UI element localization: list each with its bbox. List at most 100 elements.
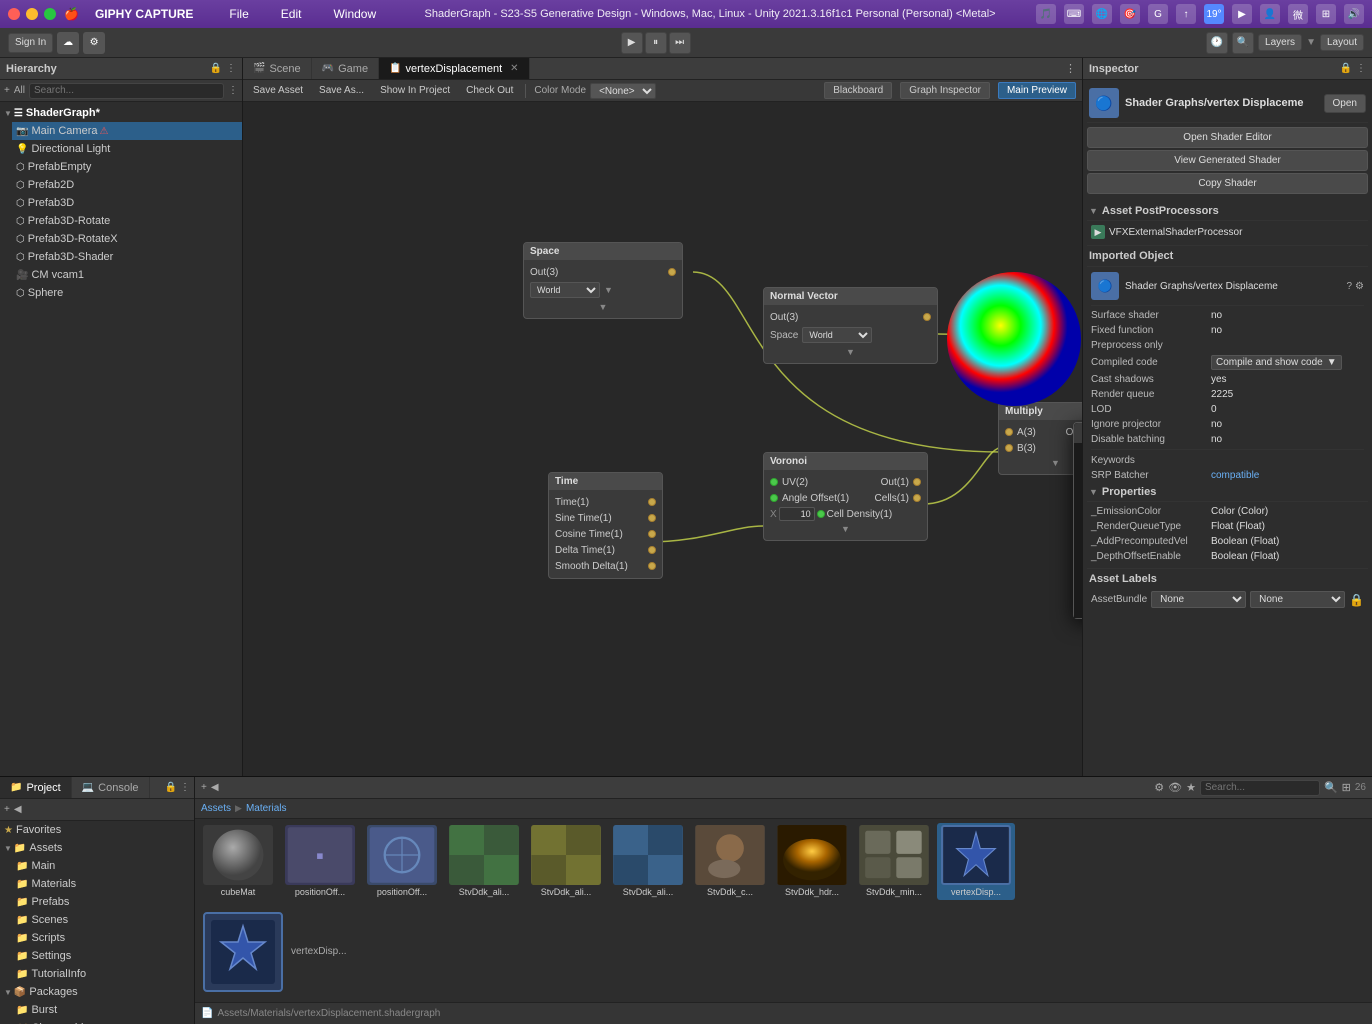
normal-chevron[interactable]: ▼ (770, 345, 931, 359)
asset-bundle-icon[interactable]: 🔒 (1349, 593, 1364, 607)
copy-shader-button[interactable]: Copy Shader (1087, 173, 1368, 194)
tab-console[interactable]: 💻 Console (72, 777, 150, 798)
tree-assets-tutorialinfo[interactable]: 📁 TutorialInfo (12, 965, 194, 983)
save-asset-button[interactable]: Save Asset (249, 85, 307, 96)
tree-favorites[interactable]: ★ Favorites (0, 821, 194, 839)
menu-file[interactable]: File (221, 7, 256, 21)
normal-out-port[interactable] (923, 313, 931, 321)
tree-burst[interactable]: 📁 Burst (12, 1001, 194, 1019)
multiply-b-port[interactable] (1005, 444, 1013, 452)
layout-button[interactable]: Layout (1320, 34, 1364, 51)
tree-packages-root[interactable]: ▼ 📦 Packages (0, 983, 194, 1001)
asset-item-9[interactable]: vertexDisp... (937, 823, 1015, 900)
time-node[interactable]: Time Time(1) Sine Time(1) Cosine Time(1) (548, 472, 663, 579)
breadcrumb-assets[interactable]: Assets (201, 803, 231, 814)
step-button[interactable]: ⏭ (669, 32, 691, 54)
more-icon[interactable]: ⋮ (226, 63, 236, 74)
time-out-0[interactable] (648, 498, 656, 506)
tree-back-button[interactable]: ◀ (14, 804, 22, 815)
tab-more-icon[interactable]: ⋮ (1065, 62, 1076, 75)
tree-assets-settings[interactable]: 📁 Settings (12, 947, 194, 965)
view-generated-shader-button[interactable]: View Generated Shader (1087, 150, 1368, 171)
time-out-1[interactable] (648, 514, 656, 522)
time-out-2[interactable] (648, 530, 656, 538)
voronoi-chevron[interactable]: ▼ (770, 522, 921, 536)
asset-item-7[interactable]: StvDdk_hdr... (773, 823, 851, 900)
inspector-more-icon[interactable]: ⋮ (1356, 63, 1366, 74)
hierarchy-item-prefab3d[interactable]: ⬡ Prefab3D (12, 194, 242, 212)
signin-button[interactable]: Sign In (8, 33, 53, 53)
compiled-code-dropdown[interactable]: Compile and show code ▼ (1211, 355, 1342, 370)
close-button[interactable] (8, 8, 20, 20)
hierarchy-item-prefab-empty[interactable]: ⬡ PrefabEmpty (12, 158, 242, 176)
menu-window[interactable]: Window (325, 7, 384, 21)
time-out-3[interactable] (648, 546, 656, 554)
tree-assets-main[interactable]: 📁 Main (12, 857, 194, 875)
normal-vector-node[interactable]: Normal Vector Out(3) Space World ▼ (763, 287, 938, 364)
hierarchy-item-prefab3d-rotate[interactable]: ⬡ Prefab3D-Rotate (12, 212, 242, 230)
space-node[interactable]: Space Out(3) World ▼ ▼ (523, 242, 683, 319)
asset-toolbar-settings-icon[interactable]: ⚙ (1154, 781, 1164, 794)
layers-button[interactable]: Layers (1258, 34, 1302, 51)
settings-icon[interactable]: ⚙ (83, 32, 105, 54)
inspector-lock-icon[interactable]: 🔒 (1340, 63, 1352, 74)
hierarchy-item-sphere[interactable]: ⬡ Sphere (12, 284, 242, 302)
asset-item-4[interactable]: StvDdk_ali... (527, 823, 605, 900)
tab-scene[interactable]: 🎬 Scene (243, 58, 312, 79)
asset-toolbar-star-icon[interactable]: ★ (1186, 781, 1196, 794)
imported-help-icon[interactable]: ? (1346, 281, 1352, 292)
main-preview-button[interactable]: Main Preview (998, 82, 1076, 99)
time-out-4[interactable] (648, 562, 656, 570)
maximize-button[interactable] (44, 8, 56, 20)
graph-inspector-button[interactable]: Graph Inspector (900, 82, 990, 99)
asset-item-3[interactable]: StvDdk_ali... (445, 823, 523, 900)
breadcrumb-materials[interactable]: Materials (246, 803, 287, 814)
voronoi-x-input[interactable] (779, 507, 815, 521)
hierarchy-item-prefab2d[interactable]: ⬡ Prefab2D (12, 176, 242, 194)
open-button[interactable]: Open (1324, 94, 1366, 113)
imported-settings-icon[interactable]: ⚙ (1355, 281, 1364, 292)
multiply-chevron[interactable]: ▼ (1005, 456, 1082, 470)
voronoi-uv-port[interactable] (770, 478, 778, 486)
asset-item-6[interactable]: StvDdk_c... (691, 823, 769, 900)
apple-menu[interactable]: 🍎 (64, 7, 79, 21)
space-world-select[interactable]: World (530, 282, 600, 298)
play-button[interactable]: ▶ (621, 32, 643, 54)
tree-assets-materials[interactable]: 📁 Materials (12, 875, 194, 893)
tree-add-button[interactable]: + (4, 804, 10, 815)
hierarchy-item-prefab3d-rotatex[interactable]: ⬡ Prefab3D-RotateX (12, 230, 242, 248)
voronoi-node[interactable]: Voronoi UV(2) Out(1) Angle Offset(1) Cel… (763, 452, 928, 541)
tab-game[interactable]: 🎮 Game (312, 58, 379, 79)
hier-more-icon[interactable]: ⋮ (228, 85, 238, 96)
pause-button[interactable]: ⏸ (645, 32, 667, 54)
hierarchy-item-cm-vcam1[interactable]: 🎥 CM vcam1 (12, 266, 242, 284)
asset-search-input[interactable] (1200, 780, 1320, 796)
blackboard-button[interactable]: Blackboard (824, 82, 892, 99)
save-as-button[interactable]: Save As... (315, 85, 368, 96)
properties-section-header[interactable]: ▼ Properties (1087, 483, 1368, 502)
tab-vertex-displacement[interactable]: 📋 vertexDisplacement ✕ (379, 58, 529, 79)
asset-add-button[interactable]: + (201, 782, 207, 793)
asset-bundle-select[interactable]: None (1151, 591, 1246, 608)
check-out-button[interactable]: Check Out (462, 85, 517, 96)
minimize-button[interactable] (26, 8, 38, 20)
asset-toolbar-zoom-icon[interactable]: ⊞ (1342, 781, 1351, 794)
tree-cinemachine[interactable]: 📁 Cinemachine (12, 1019, 194, 1024)
asset-item-1[interactable]: ■ positionOff... (281, 823, 359, 900)
voronoi-out1-port[interactable] (913, 478, 921, 486)
normal-space-select[interactable]: World (802, 327, 872, 343)
search-icon[interactable]: 🔍 (1232, 32, 1254, 54)
tab-close-icon[interactable]: ✕ (510, 63, 518, 74)
tree-assets-root[interactable]: ▼ 📁 Assets (0, 839, 194, 857)
space-node-chevron[interactable]: ▼ (530, 300, 676, 314)
lock-icon[interactable]: 🔒 (210, 63, 222, 74)
menu-edit[interactable]: Edit (273, 7, 310, 21)
history-icon[interactable]: 🕐 (1206, 32, 1228, 54)
cloud-icon[interactable]: ☁ (57, 32, 79, 54)
tree-assets-scripts[interactable]: 📁 Scripts (12, 929, 194, 947)
hierarchy-item-prefab3d-shader[interactable]: ⬡ Prefab3D-Shader (12, 248, 242, 266)
hierarchy-search[interactable] (29, 83, 224, 99)
show-in-project-button[interactable]: Show In Project (376, 85, 454, 96)
hierarchy-item-main-camera[interactable]: 📷 Main Camera ⚠ (12, 122, 242, 140)
color-mode-select[interactable]: <None> (590, 83, 656, 99)
